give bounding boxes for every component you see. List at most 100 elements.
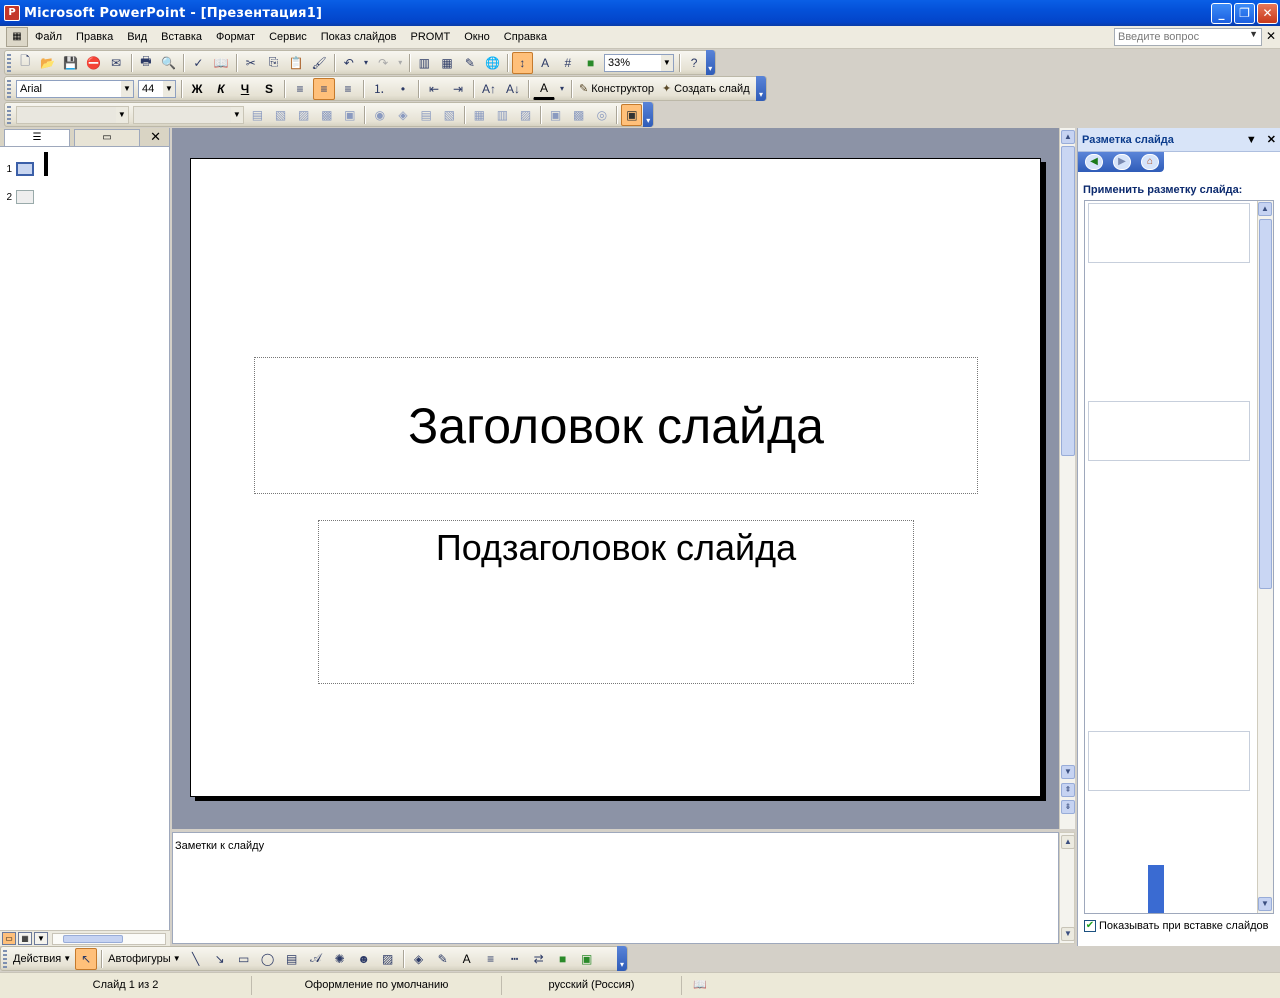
next-slide-icon[interactable]: ⇟ bbox=[1061, 800, 1075, 814]
arrow-icon[interactable]: ↘ bbox=[209, 948, 231, 970]
toolbar-grip[interactable] bbox=[7, 105, 11, 124]
tool-12-icon[interactable]: ▨ bbox=[515, 104, 536, 126]
style-select[interactable]: ▼ bbox=[15, 105, 129, 124]
font-size-dropdown-icon[interactable]: ▼ bbox=[163, 80, 175, 97]
slide-thumbnail-1[interactable]: 1 bbox=[0, 162, 34, 176]
forward-icon[interactable]: ▶ bbox=[1113, 154, 1131, 170]
zoom-select[interactable]: 33% ▼ bbox=[604, 53, 674, 72]
menu-window[interactable]: Окно bbox=[457, 26, 497, 48]
redo-dropdown-icon[interactable]: ▾ bbox=[396, 52, 406, 74]
arrow-style-icon[interactable]: ⇄ bbox=[528, 948, 550, 970]
scroll-track[interactable] bbox=[52, 932, 166, 945]
language-indicator[interactable]: русский (Россия) bbox=[502, 976, 682, 995]
toolbar-grip[interactable] bbox=[3, 949, 7, 968]
font-color-dropdown-icon[interactable]: ▾ bbox=[557, 78, 567, 100]
menu-format[interactable]: Формат bbox=[209, 26, 262, 48]
dash-style-icon[interactable]: ┅ bbox=[504, 948, 526, 970]
notes-scroll-down-icon[interactable]: ▼ bbox=[1061, 927, 1075, 941]
fill-color-icon[interactable]: ◈ bbox=[408, 948, 430, 970]
tables-borders-icon[interactable]: ✎ bbox=[459, 52, 480, 74]
increase-font-icon[interactable]: A↑ bbox=[478, 78, 500, 100]
tool-16-icon[interactable]: ▣ bbox=[621, 103, 643, 126]
show-grid-icon[interactable]: # bbox=[557, 52, 578, 74]
undo-icon[interactable]: ↶ bbox=[338, 52, 359, 74]
powerpoint-app-icon[interactable]: P bbox=[4, 5, 20, 21]
toolbar-options-icon[interactable]: ▾ bbox=[756, 76, 766, 101]
font-size-select[interactable]: 44 ▼ bbox=[138, 79, 176, 98]
cut-icon[interactable]: ✂ bbox=[240, 52, 261, 74]
layout-scroll-thumb[interactable] bbox=[1259, 219, 1272, 589]
scroll-down-icon[interactable]: ▼ bbox=[1061, 765, 1075, 779]
toolbar-options-icon[interactable]: ▾ bbox=[705, 50, 715, 75]
design-template-name[interactable]: Оформление по умолчанию bbox=[252, 976, 502, 995]
print-preview-icon[interactable]: 🔍 bbox=[158, 52, 179, 74]
decrease-indent-icon[interactable]: ⇤ bbox=[423, 78, 445, 100]
textbox-icon[interactable]: ▤ bbox=[281, 948, 303, 970]
document-menu-icon[interactable]: ▦ bbox=[6, 27, 28, 47]
menu-edit[interactable]: Правка bbox=[69, 26, 120, 48]
scroll-thumb[interactable] bbox=[63, 934, 123, 943]
expand-all-icon[interactable]: ↕ bbox=[511, 51, 533, 74]
draw-font-color-icon[interactable]: A bbox=[456, 948, 478, 970]
menu-help[interactable]: Справка bbox=[497, 26, 554, 48]
normal-view-icon[interactable]: ▭ bbox=[2, 932, 16, 945]
menu-tools[interactable]: Сервис bbox=[262, 26, 314, 48]
insert-chart-icon[interactable]: ▥ bbox=[414, 52, 435, 74]
decrease-font-icon[interactable]: A↓ bbox=[502, 78, 524, 100]
ask-dropdown-icon[interactable]: ▼ bbox=[1249, 29, 1258, 39]
hyperlink-icon[interactable]: 🌐 bbox=[482, 52, 503, 74]
task-pane-dropdown-icon[interactable]: ▼ bbox=[1246, 134, 1257, 146]
tool-10-icon[interactable]: ▦ bbox=[469, 104, 490, 126]
research-icon[interactable]: 📖 bbox=[211, 52, 232, 74]
task-pane-close-icon[interactable]: ✕ bbox=[1267, 133, 1276, 146]
minimize-button[interactable]: _ bbox=[1211, 2, 1232, 24]
oval-icon[interactable]: ◯ bbox=[257, 948, 279, 970]
font-name-select[interactable]: Arial ▼ bbox=[16, 79, 134, 98]
show-formatting-icon[interactable]: A bbox=[535, 52, 556, 74]
italic-button[interactable]: К bbox=[210, 78, 232, 100]
tool-2-icon[interactable]: ▧ bbox=[270, 104, 291, 126]
autoshapes-menu[interactable]: Автофигуры ▼ bbox=[105, 953, 184, 965]
home-icon[interactable]: ⌂ bbox=[1141, 154, 1159, 170]
tool-14-icon[interactable]: ▩ bbox=[568, 104, 589, 126]
menu-promt[interactable]: PROMT bbox=[404, 26, 458, 48]
shadow-style-icon[interactable]: ■ bbox=[552, 948, 574, 970]
tool-5-icon[interactable]: ▣ bbox=[339, 104, 360, 126]
paste-icon[interactable]: 📋 bbox=[286, 52, 307, 74]
select-objects-icon[interactable]: ↖ bbox=[75, 947, 98, 970]
menu-view[interactable]: Вид bbox=[120, 26, 154, 48]
align-right-icon[interactable]: ≡ bbox=[337, 78, 359, 100]
open-icon[interactable]: 📂 bbox=[38, 52, 59, 74]
layout-option-partial[interactable] bbox=[1148, 865, 1164, 913]
tool-15-icon[interactable]: ◎ bbox=[591, 104, 612, 126]
insert-table-icon[interactable]: ▦ bbox=[437, 52, 458, 74]
menu-file[interactable]: Файл bbox=[28, 26, 69, 48]
line-color-icon[interactable]: ✎ bbox=[432, 948, 454, 970]
tool-9-icon[interactable]: ▧ bbox=[439, 104, 460, 126]
notes-scrollbar[interactable]: ▲ ▼ bbox=[1059, 832, 1075, 944]
style-select-2[interactable]: ▼ bbox=[132, 105, 244, 124]
picture-icon[interactable]: ▨ bbox=[377, 948, 399, 970]
tab-outline[interactable]: ☰ bbox=[4, 129, 70, 146]
numbering-icon[interactable]: ⒈ bbox=[368, 78, 390, 100]
style-dropdown-2-icon[interactable]: ▼ bbox=[230, 106, 243, 123]
save-icon[interactable]: 💾 bbox=[60, 52, 81, 74]
close-button[interactable]: ✕ bbox=[1257, 2, 1278, 24]
shadow-button[interactable]: S bbox=[258, 78, 280, 100]
help-icon[interactable]: ? bbox=[684, 52, 705, 74]
bullets-icon[interactable]: • bbox=[392, 78, 414, 100]
tool-6-icon[interactable]: ◉ bbox=[369, 104, 390, 126]
layout-option-2[interactable] bbox=[1088, 401, 1250, 461]
menu-slideshow[interactable]: Показ слайдов bbox=[314, 26, 404, 48]
show-on-insert-option[interactable]: ✔ Показывать при вставке слайдов bbox=[1084, 920, 1269, 932]
color-grayscale-icon[interactable]: ■ bbox=[580, 52, 601, 74]
previous-slide-icon[interactable]: ⇞ bbox=[1061, 783, 1075, 797]
underline-button[interactable]: Ч bbox=[234, 78, 256, 100]
layout-option-1[interactable] bbox=[1088, 203, 1250, 263]
tab-slides[interactable]: ▭ bbox=[74, 129, 140, 146]
back-icon[interactable]: ◀ bbox=[1085, 154, 1103, 170]
tool-4-icon[interactable]: ▩ bbox=[316, 104, 337, 126]
title-placeholder[interactable]: Заголовок слайда bbox=[254, 357, 978, 494]
font-dropdown-icon[interactable]: ▼ bbox=[121, 80, 133, 97]
undo-dropdown-icon[interactable]: ▾ bbox=[361, 52, 371, 74]
